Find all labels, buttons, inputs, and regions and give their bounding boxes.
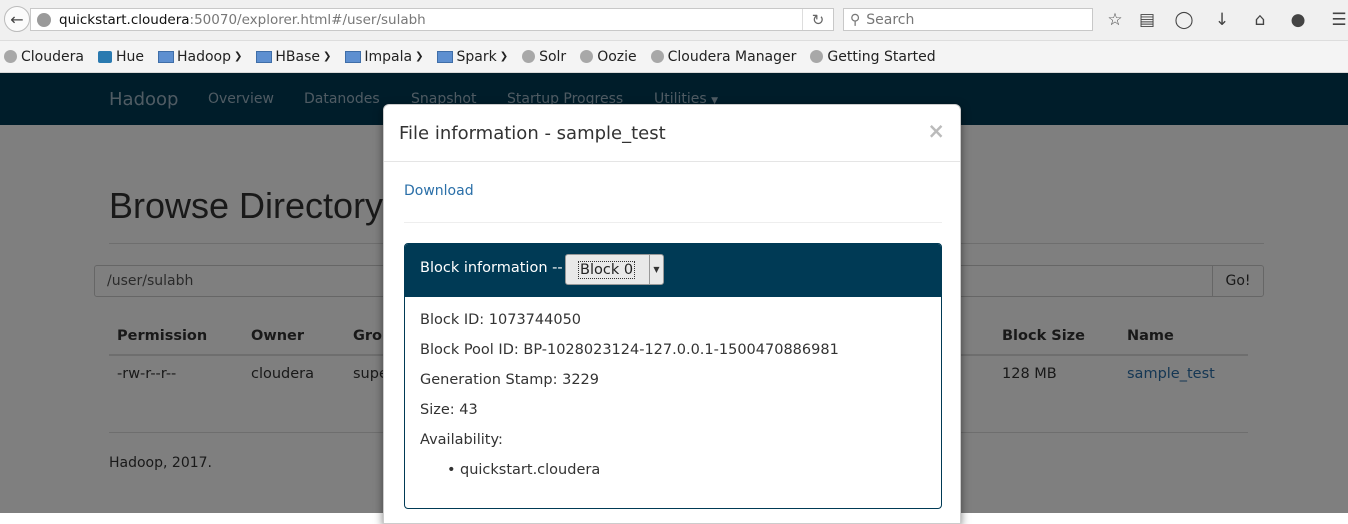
search-input[interactable]: ⚲ Search	[843, 8, 1093, 31]
bookmark-label: Spark	[456, 48, 497, 65]
globe-icon	[580, 50, 594, 63]
bookmark-hue[interactable]: Hue	[97, 48, 144, 65]
bookmark-getting-started[interactable]: Getting Started	[810, 48, 936, 65]
chevron-down-icon: ❯	[323, 51, 332, 62]
folder-icon	[345, 50, 362, 63]
divider	[384, 161, 960, 162]
search-placeholder: Search	[866, 11, 915, 28]
close-icon[interactable]: ×	[927, 119, 945, 143]
hue-icon	[97, 50, 112, 63]
bookmark-spark[interactable]: Spark ❯	[437, 49, 508, 65]
bookmarks-bar: Cloudera Hue Hadoop ❯ HBase ❯ Impala ❯ Spar…	[0, 41, 1348, 73]
modal-title: File information - sample_test	[399, 123, 666, 144]
bookmark-cloudera-manager[interactable]: Cloudera Manager	[650, 48, 797, 65]
block-pool-id: Block Pool ID: BP-1028023124-127.0.0.1-1…	[420, 342, 839, 358]
bookmark-label: Getting Started	[827, 48, 936, 65]
bookmark-label: HBase	[275, 48, 320, 65]
file-size: Size: 43	[420, 402, 478, 418]
block-info-header: Block information -- Block 0 ▼	[405, 244, 941, 297]
browser-toolbar: ← quickstart.cloudera :50070/explorer.ht…	[0, 0, 1348, 41]
availability-host: quickstart.cloudera	[460, 462, 601, 478]
bookmark-hadoop[interactable]: Hadoop ❯	[157, 48, 243, 65]
folder-icon	[256, 50, 273, 63]
url-bar[interactable]: quickstart.cloudera :50070/explorer.html…	[30, 8, 834, 31]
bookmark-label: Cloudera Manager	[667, 48, 797, 65]
block-id: Block ID: 1073744050	[420, 312, 582, 328]
bookmark-solr[interactable]: Solr	[522, 49, 566, 65]
reading-list-icon[interactable]: ▤	[1136, 9, 1158, 31]
chevron-down-icon: ❯	[499, 51, 509, 62]
url-path: :50070/explorer.html#/user/sulabh	[189, 11, 426, 28]
divider	[404, 222, 942, 223]
generation-stamp: Generation Stamp: 3229	[420, 372, 599, 388]
block-select[interactable]: Block 0 ▼	[565, 254, 664, 285]
folder-icon	[437, 50, 454, 63]
bookmark-label: Hue	[115, 48, 144, 65]
download-link[interactable]: Download	[404, 183, 474, 199]
chat-icon[interactable]: ●	[1287, 9, 1309, 31]
globe-icon	[650, 50, 664, 63]
bookmark-star-icon[interactable]: ☆	[1104, 9, 1126, 31]
chevron-down-icon: ❯	[233, 51, 243, 62]
folder-icon	[157, 50, 174, 63]
reload-icon[interactable]: ↻	[802, 9, 833, 30]
pocket-icon[interactable]: ◯	[1173, 9, 1195, 31]
search-icon: ⚲	[850, 11, 861, 28]
bookmark-cloudera[interactable]: Cloudera	[4, 49, 84, 65]
bullet-icon: •	[447, 462, 456, 478]
download-icon[interactable]: ↓	[1211, 9, 1233, 31]
menu-icon[interactable]: ☰	[1328, 9, 1348, 31]
bookmark-label: Impala	[364, 48, 413, 65]
bookmark-oozie[interactable]: Oozie	[580, 48, 637, 65]
bookmark-label: Oozie	[597, 48, 637, 65]
home-icon[interactable]: ⌂	[1249, 9, 1271, 31]
bookmark-label: Hadoop	[176, 48, 231, 65]
bookmark-hbase[interactable]: HBase ❯	[256, 49, 331, 65]
url-host: quickstart.cloudera	[59, 11, 190, 28]
bookmark-label: Cloudera	[21, 48, 84, 65]
bookmark-label: Solr	[539, 48, 567, 65]
block-info-panel: Block information -- Block 0 ▼ Block ID:…	[404, 243, 942, 509]
globe-icon	[4, 50, 17, 63]
block-info-label: Block information --	[420, 260, 563, 276]
site-info-icon[interactable]	[37, 12, 51, 27]
availability-label: Availability:	[420, 432, 503, 448]
file-info-modal: File information - sample_test × Downloa…	[383, 104, 961, 524]
hadoop-page: Hadoop Overview Datanodes Snapshot Start…	[0, 73, 1348, 524]
chevron-down-icon: ❯	[415, 51, 424, 62]
back-icon[interactable]: ←	[4, 6, 30, 32]
bookmark-impala[interactable]: Impala ❯	[345, 49, 423, 65]
dropdown-arrow-icon: ▼	[649, 255, 663, 284]
block-select-value: Block 0	[578, 261, 636, 279]
globe-icon	[810, 50, 824, 63]
globe-icon	[522, 50, 536, 63]
